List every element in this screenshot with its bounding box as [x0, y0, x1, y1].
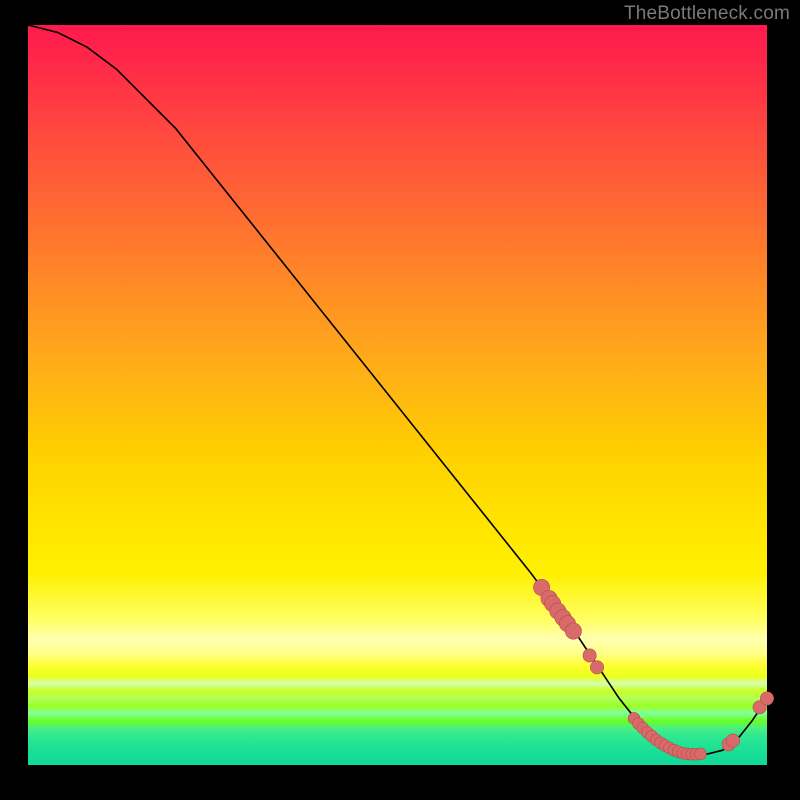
chart-stage: TheBottleneck.com [0, 0, 800, 800]
bottleneck-curve [28, 25, 767, 754]
plot-area [28, 25, 767, 765]
curve-marker [726, 734, 739, 747]
curve-marker [565, 623, 581, 639]
curve-marker [583, 649, 596, 662]
chart-svg [28, 25, 767, 765]
watermark-text: TheBottleneck.com [624, 3, 790, 25]
curve-markers [533, 579, 773, 760]
curve-marker [590, 661, 603, 674]
curve-marker [760, 692, 773, 705]
curve-marker [695, 748, 707, 760]
